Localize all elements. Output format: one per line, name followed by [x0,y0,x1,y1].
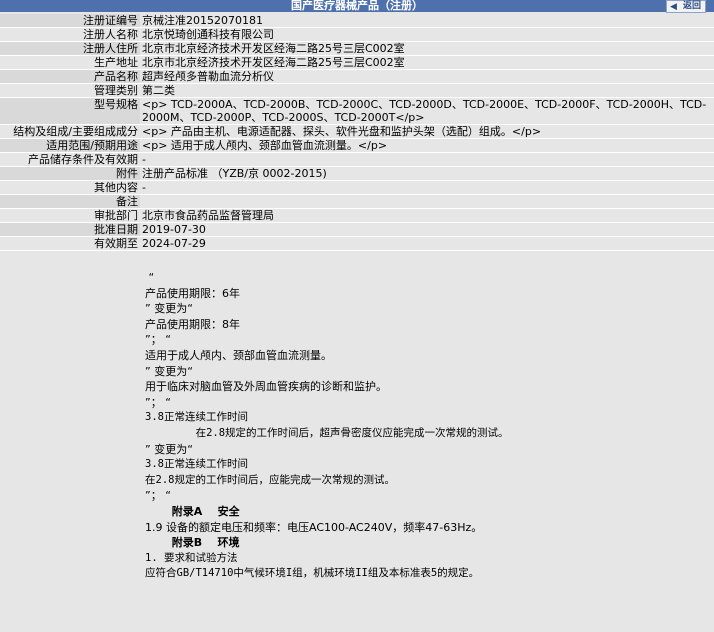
field-value: 北京市北京经济技术开发区经海二路25号三层C002室 [140,41,714,56]
change-note-line: 附录B 环境 [145,536,240,550]
info-row: 管理类别 第二类 [0,83,714,98]
info-row: 有效期至 2024-07-29 [0,236,714,251]
change-note-line: ”； “ [145,395,171,409]
change-note-line: 在2.8规定的工作时间后，超声骨密度仪应能完成一次常规的测试。 [145,426,509,439]
change-note-line: ”； “ [145,489,171,503]
field-value: 北京市北京经济技术开发区经海二路25号三层C002室 [140,55,714,70]
field-label: 注册人名称 [0,27,140,42]
change-note-line: ” 变更为“ [145,302,193,316]
change-notes: “产品使用期限：6年” 变更为“ 产品使用期限：8年”； “适用于成人颅内、颈部血… [145,270,705,582]
field-value: - [140,180,714,195]
info-row: 生产地址 北京市北京经济技术开发区经海二路25号三层C002室 [0,55,714,70]
field-value [140,194,714,209]
field-value: 北京市食品药品监督管理局 [140,208,714,223]
field-label: 批准日期 [0,222,140,237]
change-note-line: 用于临床对脑血管及外周血管疾病的诊断和监护。 [145,380,387,394]
field-label: 适用范围/预期用途 [0,138,140,153]
info-row: 适用范围/预期用途 <p> 适用于成人颅内、颈部血管血流测量。</p> [0,138,714,153]
field-label: 型号规格 [0,97,140,125]
field-value: 北京悦琦创通科技有限公司 [140,27,714,42]
field-value: <p> TCD-2000A、TCD-2000B、TCD-2000C、TCD-20… [140,97,714,125]
back-arrow-icon: ◀ [669,2,677,12]
info-row: 批准日期 2019-07-30 [0,222,714,237]
change-note-line: 产品使用期限：6年 [145,286,240,300]
info-row: 注册证编号 京械注准20152070181 [0,14,714,28]
info-row: 注册人名称 北京悦琦创通科技有限公司 [0,27,714,42]
change-note-line: 3.8正常连续工作时间 [145,458,248,471]
page-title: 国产医疗器械产品（注册） [291,0,423,12]
info-row: 注册人住所 北京市北京经济技术开发区经海二路25号三层C002室 [0,41,714,56]
field-value: 2019-07-30 [140,222,714,237]
field-value: 超声经颅多普勒血流分析仪 [140,69,714,84]
field-label: 附件 [0,166,140,181]
change-note-line: 适用于成人颅内、颈部血管血流测量。 [145,348,332,362]
change-note-line: 应符合GB/T14710中气候环境I组，机械环境II组及本标准表5的规定。 [145,567,480,580]
field-value: <p> 适用于成人颅内、颈部血管血流测量。</p> [140,138,714,153]
field-label: 产品储存条件及有效期 [0,152,140,167]
field-value: 注册产品标准 （YZB/京 0002-2015) [140,166,714,181]
field-label: 审批部门 [0,208,140,223]
change-note-line: 在2.8规定的工作时间后，应能完成一次常规的测试。 [145,473,395,486]
field-value: 2024-07-29 [140,236,714,251]
info-row: 备注 [0,194,714,209]
change-note-line: 产品使用期限：8年 [145,317,240,331]
field-label: 有效期至 [0,236,140,251]
field-value: 京械注准20152070181 [140,14,714,28]
change-note-line: 1.9 设备的额定电压和频率：电压AC100-AC240V，频率47-63Hz。 [145,520,483,534]
field-value: 第二类 [140,83,714,98]
registration-info-table: 注册证编号 京械注准20152070181 注册人名称 北京悦琦创通科技有限公司 注册人… [0,14,714,251]
change-note-line: 1. 要求和试验方法 [145,551,238,564]
field-value: <p> 产品由主机、电源适配器、探头、软件光盘和监护头架（选配）组成。</p> [140,124,714,139]
info-row: 产品储存条件及有效期 - [0,152,714,167]
back-button-label: 返回 [682,1,701,11]
page-header: 国产医疗器械产品（注册） ◀ 返回 [0,0,714,13]
change-note-line: ” 变更为“ [145,442,193,456]
info-row: 结构及组成/主要组成成分 <p> 产品由主机、电源适配器、探头、软件光盘和监护头架… [0,124,714,139]
back-button[interactable]: ◀ 返回 [665,0,706,13]
info-row: 型号规格 <p> TCD-2000A、TCD-2000B、TCD-2000C、TC… [0,97,714,125]
field-label: 产品名称 [0,69,140,84]
info-row: 审批部门 北京市食品药品监督管理局 [0,208,714,223]
change-note-line: 附录A 安全 [145,504,240,518]
change-note-line: ”； “ [145,333,171,347]
field-label: 注册人住所 [0,41,140,56]
change-note-line: 3.8正常连续工作时间 [145,411,248,424]
field-label: 结构及组成/主要组成成分 [0,124,140,139]
field-label: 注册证编号 [0,14,140,28]
field-label: 管理类别 [0,83,140,98]
field-value: - [140,152,714,167]
field-label: 备注 [0,194,140,209]
field-label: 其他内容 [0,180,140,195]
field-label: 生产地址 [0,55,140,70]
info-row: 产品名称 超声经颅多普勒血流分析仪 [0,69,714,84]
info-row: 附件 注册产品标准 （YZB/京 0002-2015) [0,166,714,181]
change-note-line: “ [145,271,155,284]
change-note-line: ” 变更为“ [145,364,193,378]
info-row: 其他内容 - [0,180,714,195]
